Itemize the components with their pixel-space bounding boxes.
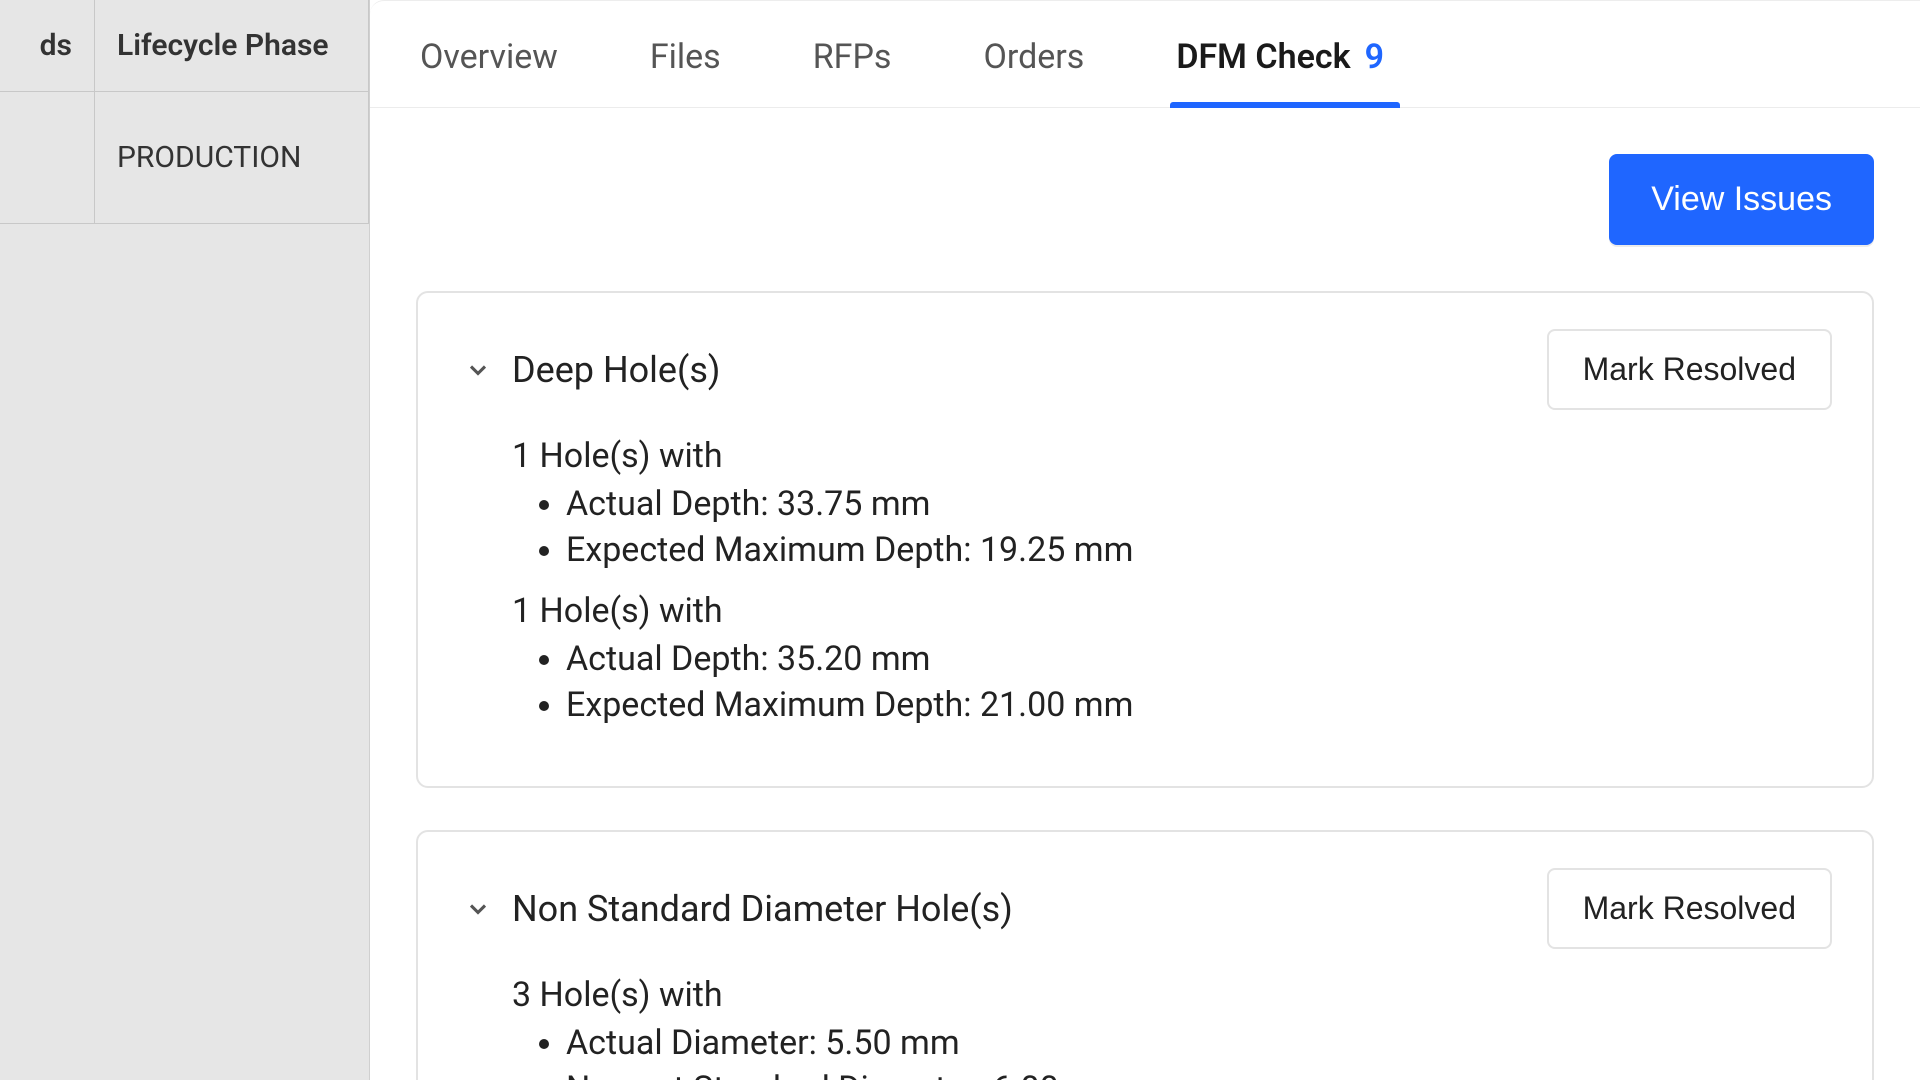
chevron-down-icon xyxy=(464,895,492,923)
tab-files[interactable]: Files xyxy=(650,37,721,107)
sidebar-cell-col1 xyxy=(0,92,95,223)
issue-group-heading: 3 Hole(s) with xyxy=(512,975,1832,1015)
issue-group-list: Actual Depth: 33.75 mm Expected Maximum … xyxy=(512,482,1832,573)
tabs: Overview Files RFPs Orders DFM Check 9 xyxy=(370,1,1920,108)
issue-group-heading: 1 Hole(s) with xyxy=(512,591,1832,631)
issues-list: Deep Hole(s) Mark Resolved 1 Hole(s) wit… xyxy=(370,245,1920,1080)
sidebar: ds Lifecycle Phase PRODUCTION xyxy=(0,0,370,1080)
issue-card-deep-holes: Deep Hole(s) Mark Resolved 1 Hole(s) wit… xyxy=(416,291,1874,788)
action-bar: View Issues xyxy=(370,108,1920,245)
issue-title-wrap[interactable]: Non Standard Diameter Hole(s) xyxy=(464,888,1013,930)
issue-group-list: Actual Depth: 35.20 mm Expected Maximum … xyxy=(512,637,1832,728)
mark-resolved-button[interactable]: Mark Resolved xyxy=(1547,868,1832,949)
sidebar-header-col2[interactable]: Lifecycle Phase xyxy=(95,0,369,91)
issue-group-heading: 1 Hole(s) with xyxy=(512,436,1832,476)
sidebar-header-row: ds Lifecycle Phase xyxy=(0,0,369,92)
sidebar-body-row[interactable]: PRODUCTION xyxy=(0,92,369,224)
issue-line: Actual Depth: 35.20 mm xyxy=(566,637,1832,683)
issue-line: Nearest Standard Diameter: 6.00 mm xyxy=(566,1067,1832,1080)
issue-header: Deep Hole(s) Mark Resolved xyxy=(464,329,1832,410)
chevron-down-icon xyxy=(464,356,492,384)
main-content: Overview Files RFPs Orders DFM Check 9 V… xyxy=(370,0,1920,1080)
issue-group: 3 Hole(s) with Actual Diameter: 5.50 mm … xyxy=(512,975,1832,1080)
issue-title-wrap[interactable]: Deep Hole(s) xyxy=(464,349,720,391)
sidebar-header-col1[interactable]: ds xyxy=(0,0,95,91)
sidebar-table: ds Lifecycle Phase PRODUCTION xyxy=(0,0,369,224)
view-issues-button[interactable]: View Issues xyxy=(1609,154,1874,245)
issue-header: Non Standard Diameter Hole(s) Mark Resol… xyxy=(464,868,1832,949)
issue-group: 1 Hole(s) with Actual Depth: 35.20 mm Ex… xyxy=(512,591,1832,728)
issue-line: Expected Maximum Depth: 19.25 mm xyxy=(566,528,1832,574)
tab-overview[interactable]: Overview xyxy=(420,37,558,107)
mark-resolved-button[interactable]: Mark Resolved xyxy=(1547,329,1832,410)
app-layout: ds Lifecycle Phase PRODUCTION Overview F… xyxy=(0,0,1920,1080)
issue-line: Expected Maximum Depth: 21.00 mm xyxy=(566,683,1832,729)
sidebar-cell-lifecycle-phase: PRODUCTION xyxy=(95,92,369,223)
issue-body: 1 Hole(s) with Actual Depth: 33.75 mm Ex… xyxy=(464,436,1832,728)
tab-orders[interactable]: Orders xyxy=(983,37,1084,107)
issue-group: 1 Hole(s) with Actual Depth: 33.75 mm Ex… xyxy=(512,436,1832,573)
issue-group-list: Actual Diameter: 5.50 mm Nearest Standar… xyxy=(512,1021,1832,1080)
tab-dfm-check[interactable]: DFM Check 9 xyxy=(1176,37,1384,107)
tab-dfm-check-badge: 9 xyxy=(1365,37,1384,77)
issue-line: Actual Diameter: 5.50 mm xyxy=(566,1021,1832,1067)
tab-dfm-check-label: DFM Check xyxy=(1176,37,1350,77)
issue-title: Deep Hole(s) xyxy=(512,349,720,391)
issue-card-non-standard-diameter: Non Standard Diameter Hole(s) Mark Resol… xyxy=(416,830,1874,1080)
issue-line: Actual Depth: 33.75 mm xyxy=(566,482,1832,528)
tab-rfps[interactable]: RFPs xyxy=(813,37,892,107)
issue-title: Non Standard Diameter Hole(s) xyxy=(512,888,1013,930)
issue-body: 3 Hole(s) with Actual Diameter: 5.50 mm … xyxy=(464,975,1832,1080)
main-panel: Overview Files RFPs Orders DFM Check 9 V… xyxy=(370,0,1920,1080)
